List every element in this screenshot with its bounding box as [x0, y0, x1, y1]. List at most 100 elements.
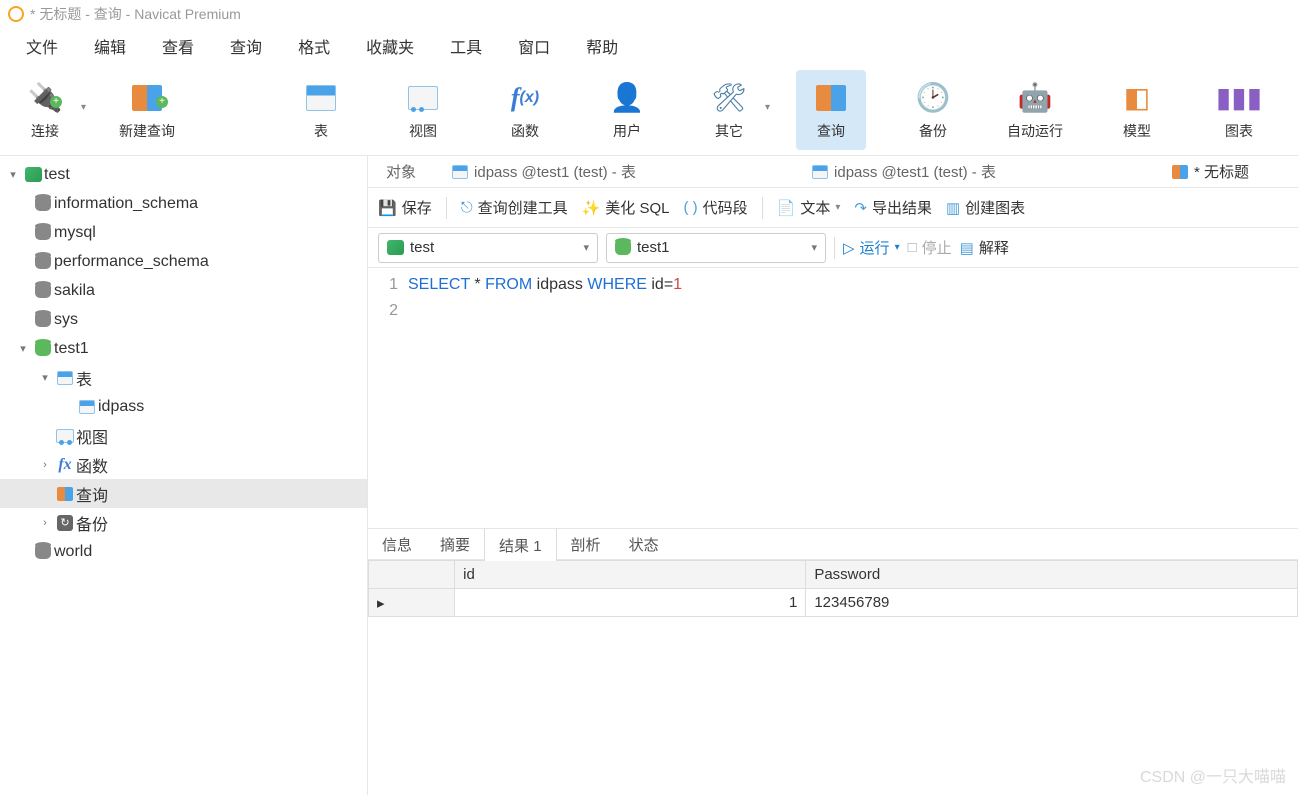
text-button[interactable]: 📄文本▾ — [777, 197, 841, 218]
database-icon — [35, 545, 51, 559]
sql-code[interactable]: SELECT * FROM idpass WHERE id=1 — [408, 272, 1298, 528]
row-marker-header — [369, 561, 455, 589]
window-title: * 无标题 - 查询 - Navicat Premium — [30, 4, 241, 24]
line-gutter: 1 2 — [368, 272, 408, 528]
result-tab-info[interactable]: 信息 — [368, 528, 426, 560]
run-button[interactable]: ▷运行▾ — [843, 237, 900, 258]
query-icon — [812, 79, 850, 117]
chevron-right-icon[interactable]: › — [36, 517, 54, 529]
chevron-down-icon: ▾ — [811, 241, 817, 254]
chart-icon: ▥ — [946, 199, 960, 217]
column-header-password[interactable]: Password — [806, 561, 1298, 589]
tree-db[interactable]: information_schema — [0, 189, 367, 218]
cell-password[interactable]: 123456789 — [806, 589, 1298, 617]
ribbon-model[interactable]: ◧ 模型 — [1102, 70, 1172, 150]
beautify-sql-button[interactable]: ✨美化 SQL — [582, 197, 670, 218]
tab-table-1[interactable]: idpass @test1 (test) - 表 — [434, 156, 794, 188]
view-icon — [404, 79, 442, 117]
tree-tables-folder[interactable]: ▾表 — [0, 363, 367, 392]
tab-table-2[interactable]: idpass @test1 (test) - 表 — [794, 156, 1154, 188]
menu-edit[interactable]: 编辑 — [76, 28, 144, 64]
ribbon-function[interactable]: f(x) 函数 — [490, 70, 560, 150]
tree-db[interactable]: world — [0, 537, 367, 566]
cell-id[interactable]: 1 — [455, 589, 806, 617]
tools-icon: 🛠 — [710, 79, 748, 117]
result-tab-status[interactable]: 状态 — [615, 528, 673, 560]
chevron-down-icon: ▾ — [583, 241, 589, 254]
result-tab-result1[interactable]: 结果 1 — [484, 529, 557, 561]
export-result-button[interactable]: ↷导出结果 — [854, 197, 932, 218]
database-select[interactable]: test1▾ — [606, 233, 826, 263]
ribbon-user[interactable]: 👤 用户 — [592, 70, 662, 150]
chevron-down-icon[interactable]: ▾ — [36, 371, 54, 384]
ribbon-other[interactable]: 🛠 其它 ▾ — [694, 70, 764, 150]
tree-queries-folder[interactable]: 查询 — [0, 479, 367, 508]
tree-table-item[interactable]: idpass — [0, 392, 367, 421]
connection-selectors: test▾ test1▾ ▷运行▾ □停止 ▤解释 — [368, 228, 1298, 268]
chevron-down-icon[interactable]: ▾ — [4, 168, 22, 181]
tree-db[interactable]: sakila — [0, 276, 367, 305]
view-icon — [56, 429, 74, 443]
save-button[interactable]: 💾保存 — [378, 197, 432, 218]
ribbon-automation[interactable]: 🤖 自动运行 — [1000, 70, 1070, 150]
chevron-down-icon[interactable]: ▾ — [14, 342, 32, 355]
stop-button: □停止 — [908, 237, 952, 258]
ribbon-table[interactable]: 表 — [286, 70, 356, 150]
table-icon — [452, 165, 468, 179]
robot-icon: 🤖 — [1016, 79, 1054, 117]
explain-button[interactable]: ▤解释 — [960, 237, 1009, 258]
create-chart-button[interactable]: ▥创建图表 — [946, 197, 1025, 218]
connection-tree[interactable]: ▾ test information_schema mysql performa… — [0, 156, 368, 795]
braces-icon: ( ) — [683, 199, 697, 216]
result-tab-profile[interactable]: 剖析 — [557, 528, 615, 560]
menu-tools[interactable]: 工具 — [432, 28, 500, 64]
table-row[interactable]: ▸ 1 123456789 — [369, 589, 1298, 617]
app-icon — [8, 6, 24, 22]
chevron-right-icon[interactable]: › — [36, 459, 54, 471]
connection-select[interactable]: test▾ — [378, 233, 598, 263]
menu-window[interactable]: 窗口 — [500, 28, 568, 64]
tab-untitled-query[interactable]: * 无标题 — [1154, 156, 1267, 188]
tab-objects[interactable]: 对象 — [368, 156, 434, 188]
menu-favorites[interactable]: 收藏夹 — [348, 28, 432, 64]
menu-view[interactable]: 查看 — [144, 28, 212, 64]
plug-icon: 🔌+ — [26, 79, 64, 117]
column-header-id[interactable]: id — [455, 561, 806, 589]
ribbon-view[interactable]: 视图 — [388, 70, 458, 150]
sql-editor[interactable]: 1 2 SELECT * FROM idpass WHERE id=1 — [368, 268, 1298, 528]
ribbon-chart[interactable]: ▮▮▮ 图表 — [1204, 70, 1274, 150]
menu-file[interactable]: 文件 — [8, 28, 76, 64]
document-tabs: 对象 idpass @test1 (test) - 表 idpass @test… — [368, 156, 1298, 188]
tree-db[interactable]: sys — [0, 305, 367, 334]
connection-icon — [387, 240, 404, 255]
title-bar: * 无标题 - 查询 - Navicat Premium — [0, 0, 1298, 28]
ribbon-query[interactable]: 查询 — [796, 70, 866, 150]
tree-db[interactable]: performance_schema — [0, 247, 367, 276]
row-marker-icon: ▸ — [369, 589, 455, 617]
explain-icon: ▤ — [960, 239, 974, 257]
chevron-down-icon: ▾ — [765, 102, 770, 113]
query-builder-button[interactable]: ⎋查询创建工具 — [461, 197, 568, 218]
function-icon: fx — [54, 456, 76, 474]
database-icon — [35, 226, 51, 240]
menu-help[interactable]: 帮助 — [568, 28, 636, 64]
export-icon: ↷ — [854, 199, 867, 217]
sparkle-icon: ✨ — [582, 199, 601, 217]
tree-db-open[interactable]: ▾test1 — [0, 334, 367, 363]
menu-format[interactable]: 格式 — [280, 28, 348, 64]
result-grid[interactable]: id Password ▸ 1 123456789 — [368, 560, 1298, 617]
ribbon-new-query[interactable]: + 新建查询 — [112, 70, 182, 150]
ribbon-backup[interactable]: 🕑 备份 — [898, 70, 968, 150]
table-icon — [302, 79, 340, 117]
tree-db[interactable]: mysql — [0, 218, 367, 247]
tree-functions-folder[interactable]: ›fx函数 — [0, 450, 367, 479]
table-icon — [79, 400, 95, 414]
tree-connection[interactable]: ▾ test — [0, 160, 367, 189]
tree-backups-folder[interactable]: ›↻备份 — [0, 508, 367, 537]
snippet-button[interactable]: ( )代码段 — [683, 197, 747, 218]
menu-query[interactable]: 查询 — [212, 28, 280, 64]
tree-views-folder[interactable]: 视图 — [0, 421, 367, 450]
table-icon — [812, 165, 828, 179]
ribbon-connection[interactable]: 🔌+ 连接 ▾ — [10, 70, 80, 150]
result-tab-summary[interactable]: 摘要 — [426, 528, 484, 560]
